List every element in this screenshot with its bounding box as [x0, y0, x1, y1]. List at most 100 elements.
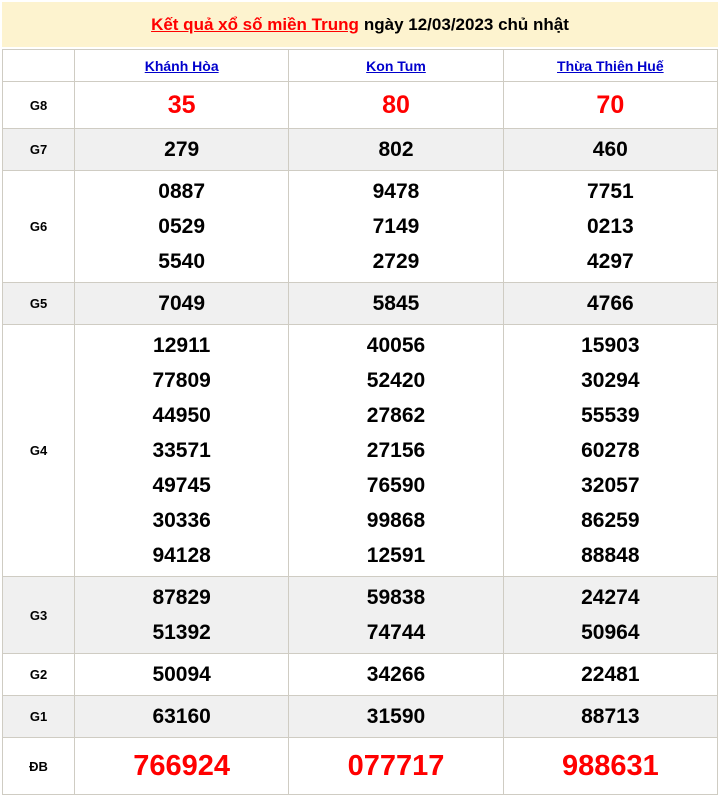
prize-number: 70: [504, 85, 717, 125]
prize-number: 9478: [289, 174, 502, 209]
prize-value-cell: 88713: [503, 696, 717, 738]
prize-value-cell: 766924: [75, 738, 289, 795]
prize-number: 60278: [504, 433, 717, 468]
prize-row-đb: ĐB766924077717988631: [3, 738, 718, 795]
prize-number: 34266: [289, 657, 502, 692]
prize-number: 99868: [289, 503, 502, 538]
prize-number: 15903: [504, 328, 717, 363]
province-link[interactable]: Khánh Hòa: [145, 58, 219, 74]
prize-number: 30336: [75, 503, 288, 538]
prize-value-cell: 50094: [75, 654, 289, 696]
prize-value-cell: 63160: [75, 696, 289, 738]
prize-number: 22481: [504, 657, 717, 692]
prize-label: G3: [3, 577, 75, 654]
province-link[interactable]: Thừa Thiên Huế: [557, 58, 664, 74]
prize-number: 76590: [289, 468, 502, 503]
prize-number: 4766: [504, 286, 717, 321]
results-table-body: G8358070G7279802460G60887052955409478714…: [3, 82, 718, 795]
column-header-2: Kon Tum: [289, 50, 503, 82]
column-header-row: Khánh Hòa Kon Tum Thừa Thiên Huế: [3, 50, 718, 82]
prize-number: 80: [289, 85, 502, 125]
prize-row-g5: G5704958454766: [3, 283, 718, 325]
prize-value-cell: 802: [289, 129, 503, 171]
prize-number: 77809: [75, 363, 288, 398]
prize-label: G6: [3, 171, 75, 283]
prize-number: 50964: [504, 615, 717, 650]
prize-value-cell: 460: [503, 129, 717, 171]
prize-value-cell: 34266: [289, 654, 503, 696]
prize-number: 988631: [504, 741, 717, 791]
prize-number: 51392: [75, 615, 288, 650]
prize-value-cell: 70: [503, 82, 717, 129]
prize-number: 279: [75, 132, 288, 167]
prize-row-g8: G8358070: [3, 82, 718, 129]
prize-label: G4: [3, 325, 75, 577]
prize-number: 24274: [504, 580, 717, 615]
prize-label: G1: [3, 696, 75, 738]
prize-number: 0529: [75, 209, 288, 244]
prize-number: 077717: [289, 741, 502, 791]
prize-number: 30294: [504, 363, 717, 398]
prize-number: 5540: [75, 244, 288, 279]
prize-number: 802: [289, 132, 502, 167]
prize-number: 88848: [504, 538, 717, 573]
prize-value-cell: 5845: [289, 283, 503, 325]
prize-number: 27156: [289, 433, 502, 468]
prize-number: 5845: [289, 286, 502, 321]
prize-number: 52420: [289, 363, 502, 398]
prize-label: G7: [3, 129, 75, 171]
prize-number: 87829: [75, 580, 288, 615]
lottery-results-page: Kết quả xổ số miền Trung ngày 12/03/2023…: [0, 0, 720, 795]
prize-value-cell: 5983874744: [289, 577, 503, 654]
prize-number: 94128: [75, 538, 288, 573]
prize-number: 44950: [75, 398, 288, 433]
prize-value-cell: 22481: [503, 654, 717, 696]
prize-number: 766924: [75, 741, 288, 791]
region-title-link[interactable]: Kết quả xổ số miền Trung: [151, 15, 359, 35]
prize-number: 0213: [504, 209, 717, 244]
prize-value-cell: 35: [75, 82, 289, 129]
prize-number: 12911: [75, 328, 288, 363]
prize-number: 4297: [504, 244, 717, 279]
prize-row-g6: G6088705295540947871492729775102134297: [3, 171, 718, 283]
prize-number: 31590: [289, 699, 502, 734]
column-header-3: Thừa Thiên Huế: [503, 50, 717, 82]
prize-value-cell: 775102134297: [503, 171, 717, 283]
prize-number: 35: [75, 85, 288, 125]
prize-number: 2729: [289, 244, 502, 279]
prize-label: ĐB: [3, 738, 75, 795]
prize-row-g1: G1631603159088713: [3, 696, 718, 738]
prize-value-cell: 947871492729: [289, 171, 503, 283]
prize-number: 59838: [289, 580, 502, 615]
prize-number: 460: [504, 132, 717, 167]
prize-value-cell: 988631: [503, 738, 717, 795]
prize-number: 88713: [504, 699, 717, 734]
prize-label: G5: [3, 283, 75, 325]
prize-number: 0887: [75, 174, 288, 209]
prize-number: 55539: [504, 398, 717, 433]
prize-value-cell: 15903302945553960278320578625988848: [503, 325, 717, 577]
prize-number: 40056: [289, 328, 502, 363]
prize-number: 63160: [75, 699, 288, 734]
province-link[interactable]: Kon Tum: [366, 58, 426, 74]
prize-number: 12591: [289, 538, 502, 573]
prize-value-cell: 8782951392: [75, 577, 289, 654]
prize-label: G2: [3, 654, 75, 696]
prize-value-cell: 2427450964: [503, 577, 717, 654]
prize-number: 86259: [504, 503, 717, 538]
prize-number: 33571: [75, 433, 288, 468]
page-title: Kết quả xổ số miền Trung ngày 12/03/2023…: [2, 2, 718, 47]
prize-value-cell: 7049: [75, 283, 289, 325]
prize-value-cell: 31590: [289, 696, 503, 738]
prize-value-cell: 077717: [289, 738, 503, 795]
corner-cell: [3, 50, 75, 82]
prize-value-cell: 088705295540: [75, 171, 289, 283]
prize-number: 74744: [289, 615, 502, 650]
title-date-text: ngày 12/03/2023 chủ nhật: [364, 15, 569, 35]
prize-label: G8: [3, 82, 75, 129]
prize-value-cell: 4766: [503, 283, 717, 325]
prize-row-g7: G7279802460: [3, 129, 718, 171]
prize-number: 32057: [504, 468, 717, 503]
prize-value-cell: 80: [289, 82, 503, 129]
prize-row-g4: G412911778094495033571497453033694128400…: [3, 325, 718, 577]
